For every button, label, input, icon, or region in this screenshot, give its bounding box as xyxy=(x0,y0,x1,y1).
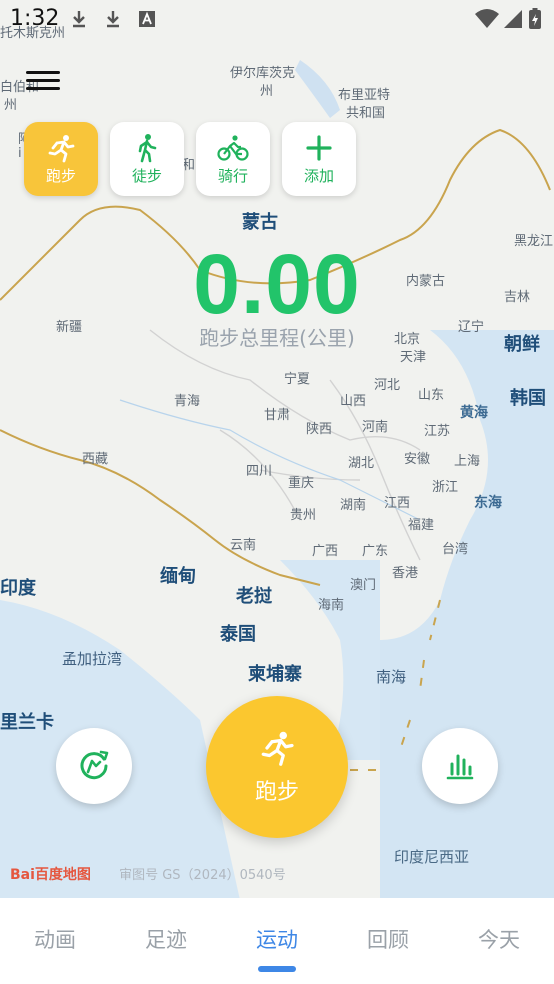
map-label: 山东 xyxy=(418,388,445,403)
active-tab-indicator xyxy=(258,966,296,972)
map-label: 江苏 xyxy=(424,424,451,439)
start-button-label: 跑步 xyxy=(254,780,299,805)
map-label: 东海 xyxy=(474,495,502,511)
nav-sports[interactable]: 运动 xyxy=(222,924,332,954)
tab-label: 添加 xyxy=(303,166,334,185)
download-icon xyxy=(107,11,119,28)
tab-label: 徒步 xyxy=(131,166,162,185)
total-distance-label: 跑步总里程(公里) xyxy=(199,326,355,350)
map-label: 印度尼西亚 xyxy=(394,848,470,866)
map-label: 里兰卡 xyxy=(0,712,54,733)
menu-button[interactable] xyxy=(26,66,60,94)
nav-review[interactable]: 回顾 xyxy=(333,924,443,954)
wifi-icon xyxy=(475,9,499,28)
baidu-map-logo: Bai百度地图 xyxy=(10,867,91,883)
map-label: 广西 xyxy=(312,544,339,559)
map-label: 福建 xyxy=(408,518,435,533)
map-label: 台湾 xyxy=(442,542,469,557)
map-label: 黄海 xyxy=(460,405,488,421)
map-label: 山西 xyxy=(340,394,367,409)
start-run-button[interactable]: 跑步 xyxy=(206,696,348,838)
total-distance-value: 0.00 xyxy=(193,237,361,331)
tab-label: 跑步 xyxy=(45,166,76,185)
statistics-button[interactable] xyxy=(422,728,498,804)
map-label: 陕西 xyxy=(306,422,333,437)
map-copyright: Bai百度地图 审图号 GS（2024）0540号 xyxy=(10,864,286,884)
map-label: 州 xyxy=(260,84,274,99)
plus-icon xyxy=(306,134,332,161)
map-label: 江西 xyxy=(384,496,411,511)
tab-running[interactable]: 跑步 xyxy=(24,122,98,196)
signal-icon xyxy=(504,10,522,28)
cycling-icon xyxy=(217,134,249,161)
nav-footprints[interactable]: 足迹 xyxy=(111,924,221,954)
map-label: 河南 xyxy=(362,420,389,435)
map-label: 西藏 xyxy=(82,452,109,467)
map-label: 柬埔寨 xyxy=(248,664,302,685)
history-route-button[interactable] xyxy=(56,728,132,804)
map-label: 韩国 xyxy=(510,388,546,409)
map-label: 贵州 xyxy=(290,508,317,523)
bar-chart-icon xyxy=(446,754,474,780)
map-label: 河北 xyxy=(374,378,401,393)
map-label: 海南 xyxy=(318,598,345,613)
running-icon xyxy=(261,731,294,766)
status-bar: 1:32 xyxy=(0,0,554,40)
map-label: 澳门 xyxy=(350,578,377,593)
map-label: 蒙古 xyxy=(242,212,278,233)
map-label: 青海 xyxy=(174,394,201,409)
walking-icon xyxy=(138,133,157,162)
map-approval-number: 审图号 GS（2024）0540号 xyxy=(119,868,286,883)
map-label: 州 xyxy=(4,98,18,113)
map-label: 布里亚特 xyxy=(338,88,391,103)
map-label: 湖北 xyxy=(348,456,375,471)
map-label: 宁夏 xyxy=(284,372,311,387)
tab-add[interactable]: 添加 xyxy=(282,122,356,196)
map-label: 四川 xyxy=(246,464,273,479)
nav-animation[interactable]: 动画 xyxy=(0,924,110,954)
map-label: 广东 xyxy=(362,544,389,559)
map-label: 共和国 xyxy=(346,106,386,121)
map-label: 重庆 xyxy=(288,476,315,491)
map-label: 孟加拉湾 xyxy=(62,650,123,668)
map-label: 云南 xyxy=(230,538,257,553)
map-label: 浙江 xyxy=(432,480,459,495)
status-time: 1:32 xyxy=(10,6,60,31)
map-label: 老挝 xyxy=(236,586,272,607)
map-label: 上海 xyxy=(454,454,481,469)
map-label: 伊尔库茨克 xyxy=(230,66,296,81)
nav-today[interactable]: 今天 xyxy=(444,924,554,954)
map-label: 缅甸 xyxy=(160,566,196,587)
text-a-icon xyxy=(139,11,155,27)
map-label: 安徽 xyxy=(404,452,431,467)
route-history-icon xyxy=(80,750,109,780)
battery-icon xyxy=(529,8,541,29)
tab-cycling[interactable]: 骑行 xyxy=(196,122,270,196)
tab-label: 骑行 xyxy=(217,166,248,185)
map-label: 香港 xyxy=(392,566,419,581)
download-icon xyxy=(73,11,85,28)
map-label: 泰国 xyxy=(220,624,256,645)
map-label: 印度 xyxy=(0,578,36,599)
running-icon xyxy=(48,134,75,162)
map-label: 南海 xyxy=(376,668,407,686)
tab-walking[interactable]: 徒步 xyxy=(110,122,184,196)
sport-tabs: 跑步 徒步 骑行 添加 xyxy=(24,122,356,196)
map-label: 甘肃 xyxy=(264,408,291,423)
map-label: 湖南 xyxy=(340,498,367,513)
map-label: i xyxy=(18,146,22,161)
